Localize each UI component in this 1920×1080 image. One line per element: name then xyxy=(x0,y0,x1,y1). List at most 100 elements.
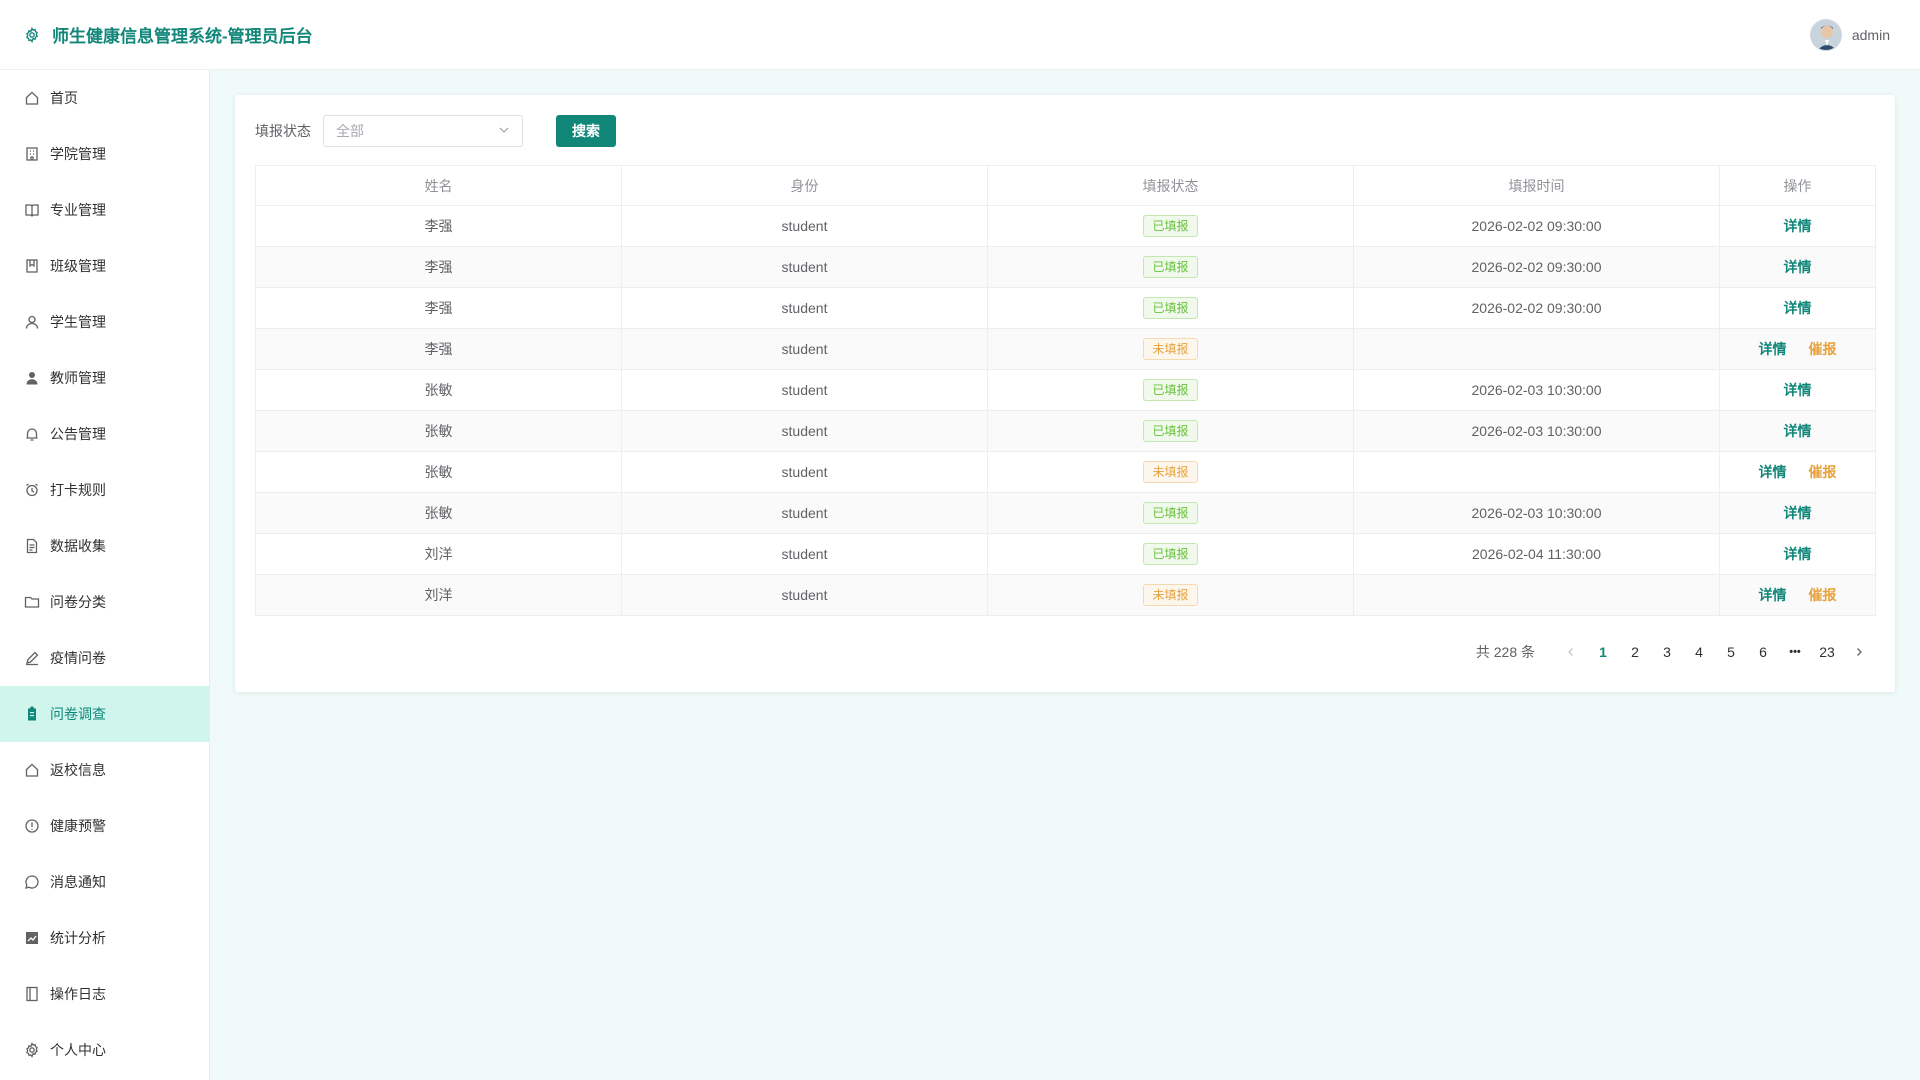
sidebar-item-0[interactable]: 首页 xyxy=(0,70,209,126)
status-select[interactable]: 全部 xyxy=(323,115,523,147)
cell-time xyxy=(1353,451,1720,493)
detail-link[interactable]: 详情 xyxy=(1759,587,1787,603)
sidebar-item-16[interactable]: 操作日志 xyxy=(0,966,209,1022)
sidebar-item-1[interactable]: 学院管理 xyxy=(0,126,209,182)
user-icon xyxy=(24,314,40,330)
sidebar-item-label: 个人中心 xyxy=(50,1042,106,1058)
cell-actions: 详情 xyxy=(1719,287,1876,329)
gear-icon xyxy=(24,1042,40,1058)
search-button[interactable]: 搜索 xyxy=(556,115,616,147)
sidebar-item-14[interactable]: 消息通知 xyxy=(0,854,209,910)
sidebar-item-9[interactable]: 问卷分类 xyxy=(0,574,209,630)
sidebar-item-label: 班级管理 xyxy=(50,258,106,274)
urge-link[interactable]: 催报 xyxy=(1809,587,1837,603)
table-row: 张敏 student 已填报 2026-02-03 10:30:00 详情 xyxy=(255,369,1876,411)
cell-role: student xyxy=(621,287,988,329)
page-5[interactable]: 5 xyxy=(1715,638,1747,666)
top-header: 师生健康信息管理系统-管理员后台 admin xyxy=(0,0,1920,70)
table-row: 李强 student 已填报 2026-02-02 09:30:00 详情 xyxy=(255,205,1876,247)
cell-name: 张敏 xyxy=(255,492,622,534)
cell-status: 已填报 xyxy=(987,492,1354,534)
cell-time: 2026-02-03 10:30:00 xyxy=(1353,369,1720,411)
detail-link[interactable]: 详情 xyxy=(1784,300,1812,316)
sidebar-item-7[interactable]: 打卡规则 xyxy=(0,462,209,518)
table-row: 张敏 student 未填报 详情 催报 xyxy=(255,451,1876,493)
detail-link[interactable]: 详情 xyxy=(1784,259,1812,275)
cell-role: student xyxy=(621,369,988,411)
edit-pen-icon xyxy=(24,650,40,666)
sidebar-item-17[interactable]: 个人中心 xyxy=(0,1022,209,1078)
next-page-button[interactable] xyxy=(1843,638,1875,666)
sidebar-item-11[interactable]: 问卷调查 xyxy=(0,686,209,742)
clipboard-icon xyxy=(24,706,40,722)
status-badge: 已填报 xyxy=(1143,379,1198,401)
sidebar-item-label: 专业管理 xyxy=(50,202,106,218)
page-2[interactable]: 2 xyxy=(1619,638,1651,666)
avatar[interactable] xyxy=(1809,18,1842,51)
table-row: 刘洋 student 未填报 详情 催报 xyxy=(255,574,1876,616)
cell-status: 已填报 xyxy=(987,410,1354,452)
status-badge: 未填报 xyxy=(1143,338,1198,360)
cell-actions: 详情 催报 xyxy=(1719,328,1876,370)
table-row: 李强 student 已填报 2026-02-02 09:30:00 详情 xyxy=(255,287,1876,329)
detail-link[interactable]: 详情 xyxy=(1784,423,1812,439)
detail-link[interactable]: 详情 xyxy=(1759,341,1787,357)
sidebar-item-label: 问卷分类 xyxy=(50,594,106,610)
cell-role: student xyxy=(621,492,988,534)
cell-status: 已填报 xyxy=(987,205,1354,247)
house-icon xyxy=(24,762,40,778)
cell-actions: 详情 xyxy=(1719,205,1876,247)
page-4[interactable]: 4 xyxy=(1683,638,1715,666)
page-1[interactable]: 1 xyxy=(1587,638,1619,666)
chart-icon xyxy=(24,930,40,946)
detail-link[interactable]: 详情 xyxy=(1784,218,1812,234)
detail-link[interactable]: 详情 xyxy=(1759,464,1787,480)
sidebar-item-12[interactable]: 返校信息 xyxy=(0,742,209,798)
detail-link[interactable]: 详情 xyxy=(1784,505,1812,521)
cell-role: student xyxy=(621,328,988,370)
status-badge: 已填报 xyxy=(1143,297,1198,319)
page-last[interactable]: 23 xyxy=(1811,638,1843,666)
cell-actions: 详情 xyxy=(1719,369,1876,411)
status-badge: 未填报 xyxy=(1143,584,1198,606)
warning-icon xyxy=(24,818,40,834)
cell-actions: 详情 xyxy=(1719,246,1876,288)
cell-time: 2026-02-02 09:30:00 xyxy=(1353,205,1720,247)
sidebar-item-5[interactable]: 教师管理 xyxy=(0,350,209,406)
status-badge: 已填报 xyxy=(1143,420,1198,442)
sidebar-item-2[interactable]: 专业管理 xyxy=(0,182,209,238)
page-6[interactable]: 6 xyxy=(1747,638,1779,666)
sidebar-item-label: 打卡规则 xyxy=(50,482,106,498)
more-pages-button[interactable]: ••• xyxy=(1779,638,1811,666)
cell-name: 李强 xyxy=(255,205,622,247)
cell-actions: 详情 催报 xyxy=(1719,574,1876,616)
urge-link[interactable]: 催报 xyxy=(1809,464,1837,480)
column-header-actions: 操作 xyxy=(1719,165,1876,206)
detail-link[interactable]: 详情 xyxy=(1784,382,1812,398)
cell-status: 未填报 xyxy=(987,328,1354,370)
sidebar-item-6[interactable]: 公告管理 xyxy=(0,406,209,462)
detail-link[interactable]: 详情 xyxy=(1784,546,1812,562)
survey-table: 姓名 身份 填报状态 填报时间 操作 李强 student 已填报 2026-02-0… xyxy=(255,165,1876,616)
sidebar-item-8[interactable]: 数据收集 xyxy=(0,518,209,574)
cell-name: 张敏 xyxy=(255,369,622,411)
sidebar-item-15[interactable]: 统计分析 xyxy=(0,910,209,966)
cell-actions: 详情 xyxy=(1719,410,1876,452)
urge-link[interactable]: 催报 xyxy=(1809,341,1837,357)
sidebar-item-4[interactable]: 学生管理 xyxy=(0,294,209,350)
sidebar-item-label: 首页 xyxy=(50,90,78,106)
cell-name: 李强 xyxy=(255,328,622,370)
status-badge: 已填报 xyxy=(1143,543,1198,565)
home-icon xyxy=(24,90,40,106)
status-select-value: 全部 xyxy=(336,123,364,139)
sidebar-item-13[interactable]: 健康预警 xyxy=(0,798,209,854)
page-3[interactable]: 3 xyxy=(1651,638,1683,666)
sidebar-item-10[interactable]: 疫情问卷 xyxy=(0,630,209,686)
sidebar-item-3[interactable]: 班级管理 xyxy=(0,238,209,294)
prev-page-button[interactable] xyxy=(1555,638,1587,666)
sidebar-item-label: 教师管理 xyxy=(50,370,106,386)
user-menu[interactable]: admin xyxy=(1809,18,1896,51)
username[interactable]: admin xyxy=(1852,27,1890,43)
sidebar-item-label: 疫情问卷 xyxy=(50,650,106,666)
building-icon xyxy=(24,146,40,162)
